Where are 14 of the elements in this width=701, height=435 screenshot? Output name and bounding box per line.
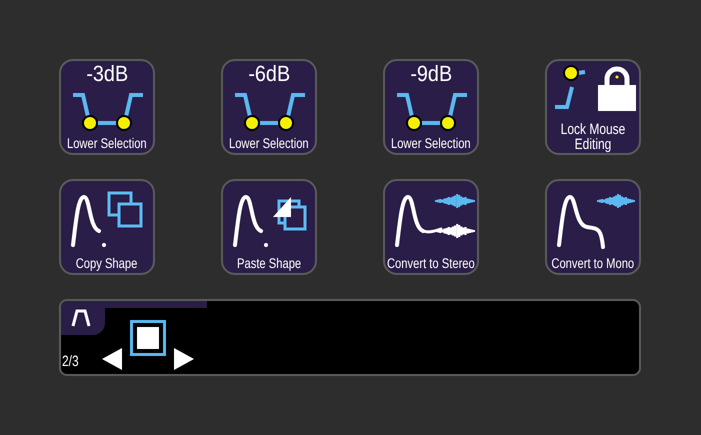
tool-button[interactable]: Paste Shape bbox=[221, 179, 317, 275]
shape-tab[interactable] bbox=[61, 301, 105, 335]
tool-button[interactable]: -9dB Lower Selection bbox=[383, 59, 479, 155]
tool-button[interactable]: Convert to Mono bbox=[545, 179, 641, 275]
left-arrow-icon[interactable] bbox=[102, 348, 122, 370]
tool-button[interactable]: Lock Mouse Editing bbox=[545, 59, 641, 155]
tool-button[interactable]: -3dB Lower Selection bbox=[59, 59, 155, 155]
square-shape-button[interactable] bbox=[130, 320, 166, 356]
page-indicator: 2/3 bbox=[62, 354, 80, 370]
right-arrow-icon[interactable] bbox=[174, 348, 194, 370]
tool-button[interactable]: Convert to Stereo bbox=[383, 179, 479, 275]
tool-button[interactable]: -6dB Lower Selection bbox=[221, 59, 317, 155]
tool-button[interactable]: Copy Shape bbox=[59, 179, 155, 275]
shape-icon bbox=[71, 309, 91, 327]
